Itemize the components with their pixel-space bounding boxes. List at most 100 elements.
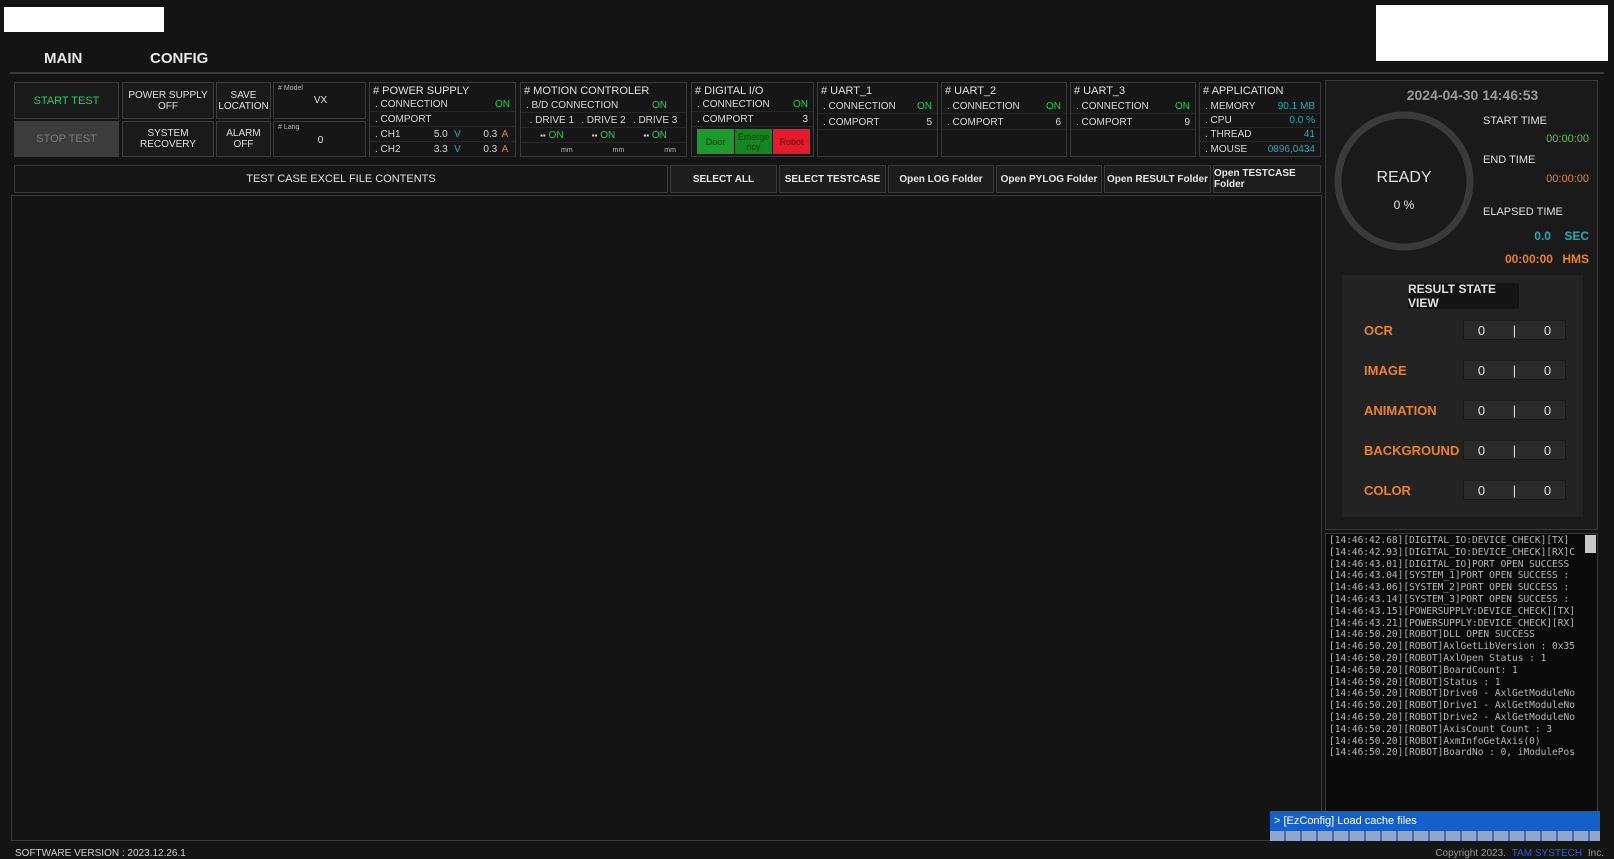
uart3-panel: # UART_3 . CONNECTION ON . COMPORT 9 (1070, 82, 1196, 157)
drive-1-status-value: ON (548, 130, 564, 141)
header-logo-left (4, 7, 164, 32)
tab-config[interactable]: CONFIG (150, 50, 208, 67)
app-title: # APPLICATION (1203, 85, 1284, 97)
start-test-button[interactable]: START TEST (14, 82, 119, 119)
uart3-connection-value: ON (1175, 101, 1190, 112)
app-memory-label: . MEMORY (1205, 101, 1256, 112)
open-testcase-folder-button[interactable]: Open TESTCASE Folder (1213, 165, 1321, 193)
ps-ch1-label: . CH1 (375, 129, 401, 140)
result-name-image: IMAGE (1364, 363, 1407, 378)
result-box-background: 0 | 0 (1463, 440, 1566, 460)
copyright-text: Copyright 2023. (1435, 848, 1506, 859)
model-value: VX (313, 95, 328, 106)
log-line: [14:46:50.20][ROBOT]AxlGetLibVersion : 0… (1329, 641, 1575, 653)
power-supply-title: # POWER SUPPLY (373, 85, 470, 97)
ps-ch2-label: . CH2 (375, 144, 401, 155)
result-background-left: 0 (1477, 442, 1486, 458)
app-cpu-value: 0.0 % (1289, 115, 1315, 126)
elapsed-sec-unit: SEC (1564, 229, 1589, 243)
end-time-label: END TIME (1483, 154, 1536, 166)
result-name-ocr: OCR (1364, 323, 1393, 338)
ps-connection-label: . CONNECTION (375, 99, 448, 110)
drive-3-unit: mm (664, 146, 676, 154)
result-box-image: 0 | 0 (1463, 360, 1566, 380)
open-log-folder-button[interactable]: Open LOG Folder (888, 165, 994, 193)
drive-2-status: ▪▪ ON (592, 130, 615, 141)
log-scrollbar-thumb[interactable] (1585, 535, 1596, 553)
open-result-folder-button[interactable]: Open RESULT Folder (1104, 165, 1211, 193)
power-supply-off-button[interactable]: POWER SUPPLY OFF (122, 82, 214, 119)
testcase-content-area[interactable] (11, 195, 1322, 841)
copyright-suffix: Inc. (1587, 848, 1604, 859)
open-pylog-folder-button[interactable]: Open PYLOG Folder (996, 165, 1102, 193)
elapsed-hms-row: 00:00:00 HMS (1505, 252, 1589, 266)
select-all-button[interactable]: SELECT ALL (670, 165, 777, 193)
robot-indicator: Robot (773, 129, 810, 154)
motion-controller-panel: # MOTION CONTROLER . B/D CONNECTION ON .… (520, 82, 687, 157)
dio-connection-label: . CONNECTION (697, 99, 770, 110)
percent-text: 0 % (1393, 198, 1415, 212)
uart1-comport-label: . COMPORT (823, 117, 880, 128)
result-state-title: RESULT STATE VIEW (1408, 282, 1519, 310)
app-mouse-label: . MOUSE (1205, 143, 1248, 155)
grid-icon: ▪▪ (591, 131, 598, 140)
grid-icon: ▪▪ (540, 131, 546, 140)
uart1-connection-label: . CONNECTION (823, 101, 896, 112)
result-name-animation: ANIMATION (1364, 403, 1437, 418)
log-line: [14:46:50.20][ROBOT]BoardCount: 1 (1329, 664, 1518, 676)
uart2-connection-label: . CONNECTION (947, 101, 1020, 112)
uart1-panel: # UART_1 . CONNECTION ON . COMPORT 5 (817, 82, 938, 157)
result-ocr-left: 0 (1477, 322, 1486, 338)
lang-box: # Lang 0 (273, 121, 366, 157)
log-lines: [14:46:42.68][DIGITAL_IO:DEVICE_CHECK][T… (1329, 535, 1583, 759)
save-location-button[interactable]: SAVE LOCATION (216, 82, 271, 119)
state-text: READY (1376, 169, 1432, 186)
alarm-off-button[interactable]: ALARM OFF (216, 121, 271, 157)
copyright: Copyright 2023. TAM SYSTECH Inc. (1435, 849, 1604, 859)
datetime-display: 2024-04-30 14:46:53 (1406, 87, 1539, 103)
result-background-right: 0 (1543, 442, 1552, 458)
drive-3-label: . DRIVE 3 (632, 115, 678, 126)
uart1-comport-value: 5 (926, 117, 932, 128)
elapsed-sec-value: 0.0 (1534, 229, 1551, 243)
result-name-background: BACKGROUND (1364, 443, 1460, 458)
log-line: [14:46:50.20][ROBOT]Status : 1 (1329, 676, 1501, 688)
drive-2-unit: mm (612, 146, 625, 154)
tab-main[interactable]: MAIN (44, 50, 82, 67)
log-line: [14:46:43.14][SYSTEM_3]PORT OPEN SUCCESS… (1329, 593, 1570, 605)
uart3-comport-row: . COMPORT 9 (1071, 116, 1195, 130)
application-panel: # APPLICATION . MEMORY 90.1 MB . CPU 0.0… (1199, 82, 1321, 157)
power-supply-panel: # POWER SUPPLY . CONNECTION ON . COMPORT… (369, 82, 516, 157)
uart2-title: # UART_2 (945, 85, 997, 97)
result-state-view: RESULT STATE VIEW OCR 0 | 0 IMAGE 0 | 0 … (1342, 275, 1583, 517)
result-background-sep: | (1512, 442, 1517, 458)
uart1-connection-value: ON (917, 101, 932, 112)
tab-divider (10, 72, 1604, 74)
app-cpu-label: . CPU (1205, 115, 1232, 126)
dio-connection-value: ON (793, 99, 808, 110)
elapsed-hms-value: 00:00:00 (1504, 252, 1553, 266)
app-thread-row: . THREAD 41 (1200, 128, 1320, 142)
select-testcase-button[interactable]: SELECT TESTCASE (779, 165, 886, 193)
log-scrollbar[interactable] (1584, 534, 1597, 837)
dio-title: # DIGITAL I/O (695, 85, 764, 97)
log-line: [14:46:50.20][ROBOT]AxisCount Count : 3 (1329, 723, 1553, 735)
grid-icon: ▪▪ (643, 131, 650, 140)
log-line: [14:46:42.93][DIGITAL_IO:DEVICE_CHECK][R… (1329, 546, 1575, 558)
ps-ch2-v: 3.3 (433, 144, 448, 155)
system-recovery-button[interactable]: SYSTEM RECOVERY (122, 121, 214, 157)
uart3-connection-label: . CONNECTION (1076, 101, 1149, 112)
log-panel[interactable]: [14:46:42.68][DIGITAL_IO:DEVICE_CHECK][T… (1325, 533, 1598, 838)
ps-connection-value: ON (495, 99, 510, 110)
ps-ch2-a-unit: A (501, 144, 509, 155)
result-ocr-sep: | (1512, 322, 1517, 338)
drive-2-label: . DRIVE 2 (581, 115, 626, 126)
result-image-left: 0 (1477, 362, 1486, 378)
uart1-title: # UART_1 (821, 85, 873, 97)
drive-3-status-value: ON (651, 130, 667, 141)
motion-bd-value: ON (652, 100, 667, 111)
uart1-comport-row: . COMPORT 5 (818, 116, 937, 130)
console-progress-track (1270, 831, 1600, 841)
console-bar: > [EzConfig] Load cache files (1270, 811, 1600, 841)
stop-test-button[interactable]: STOP TEST (14, 121, 119, 157)
